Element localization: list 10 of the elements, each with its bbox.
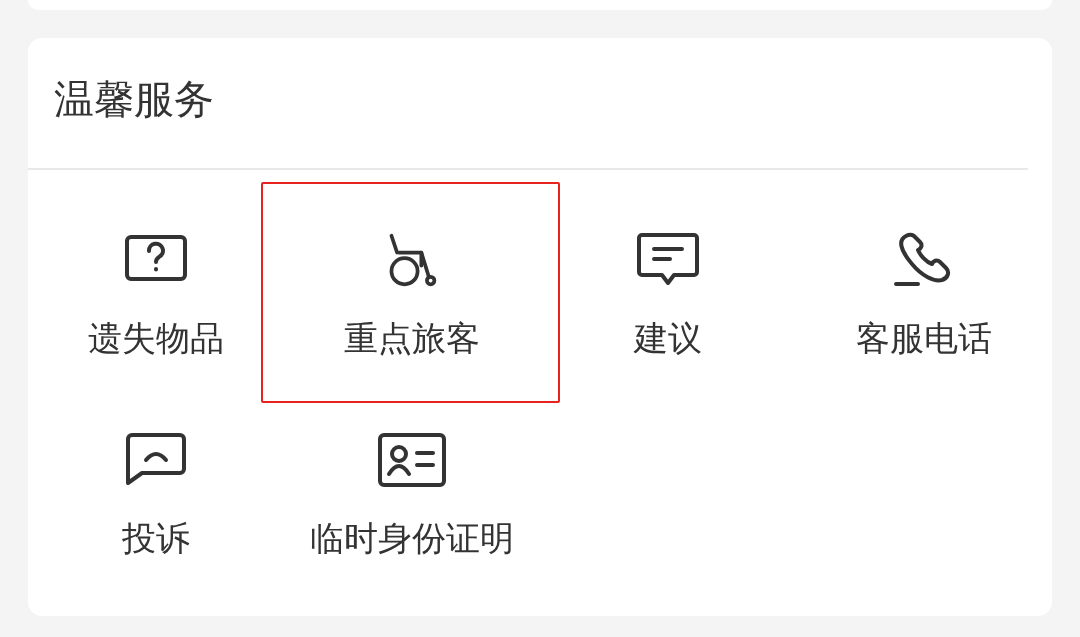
service-item[interactable]: 客服电话 [796,180,1052,380]
service-item[interactable]: 建议 [540,180,796,380]
service-item[interactable]: 重点旅客 [284,180,540,380]
service-item[interactable]: 遗失物品 [28,180,284,380]
sad-message-icon [124,432,188,488]
section-title: 温馨服务 [54,76,214,122]
service-item[interactable]: 临时身份证明 [284,380,540,580]
message-icon [636,232,700,288]
id-card-icon [377,432,447,488]
service-item[interactable]: 投诉 [28,380,284,580]
